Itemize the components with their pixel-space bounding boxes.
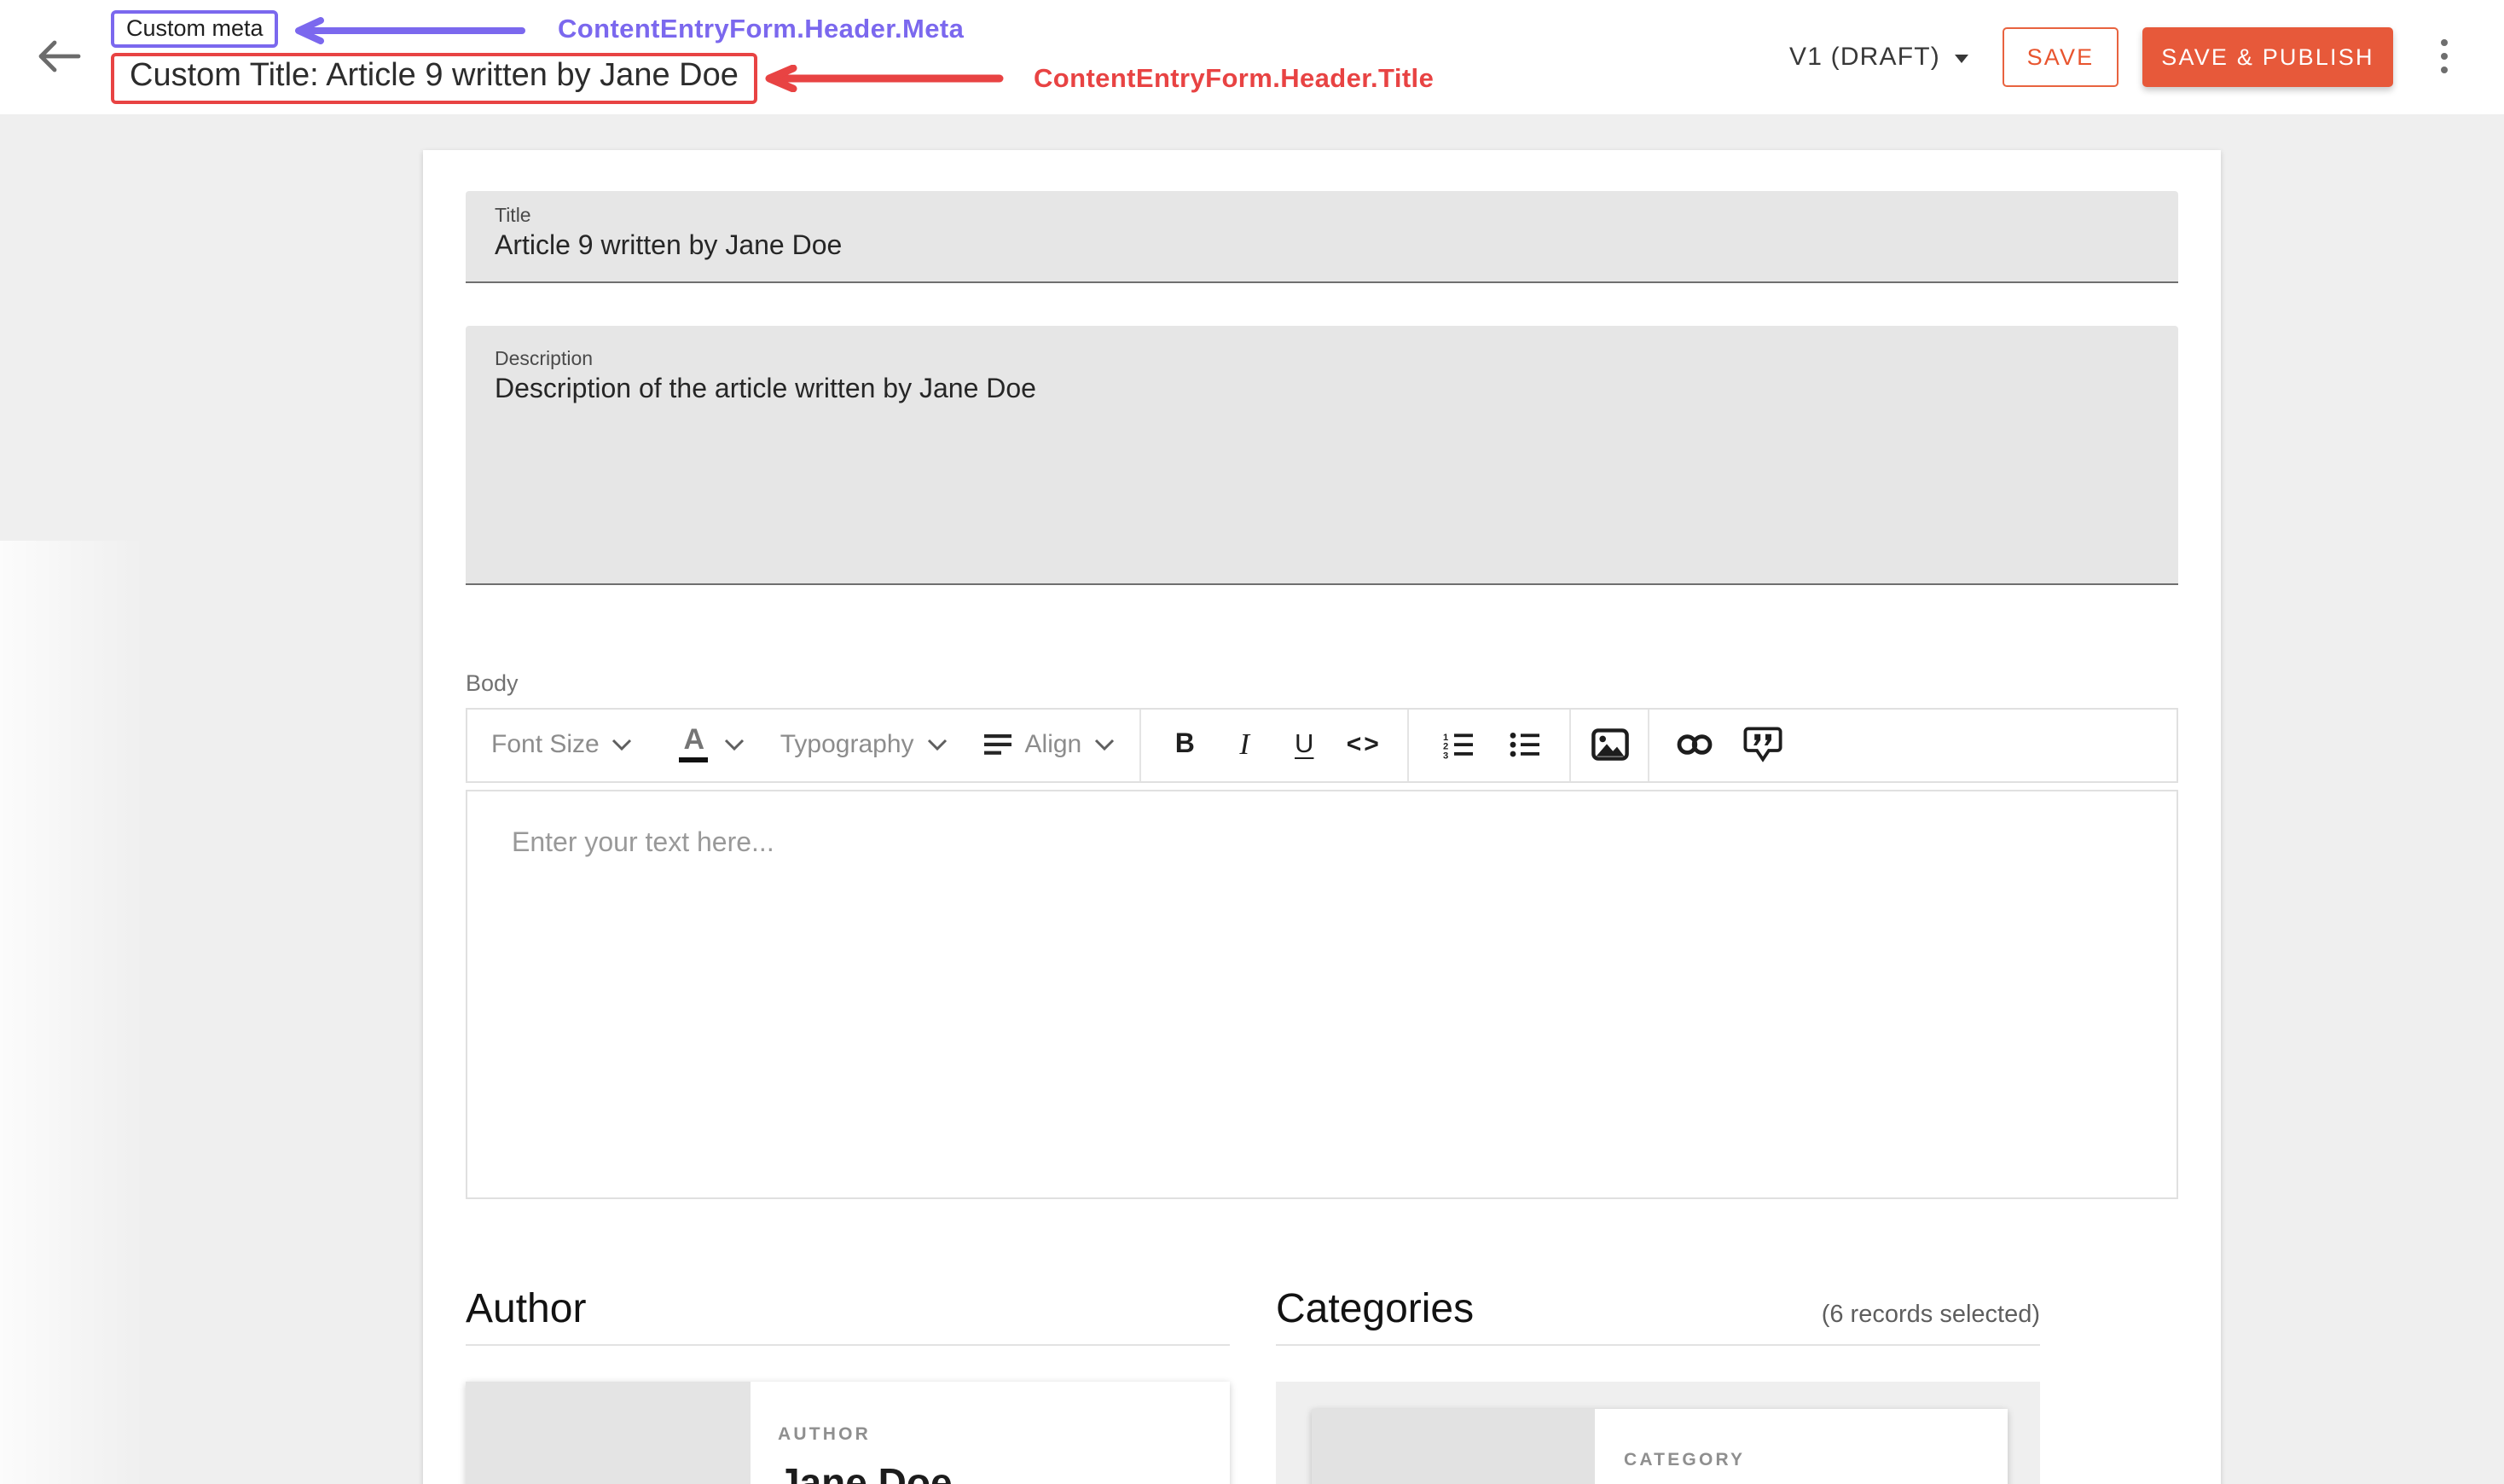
category-image-placeholder [1312,1408,1595,1484]
align-left-icon [984,733,1013,756]
version-selector[interactable]: V1 (DRAFT) [1789,0,1968,113]
author-card-label: AUTHOR [778,1423,953,1444]
entry-meta-badge: Custom meta [111,10,279,48]
typography-dropdown[interactable]: Typography [780,730,948,759]
categories-section: Categories (6 records selected) CATEGORY… [1276,1285,2040,1484]
toolbar-separator [1569,709,1571,780]
chevron-down-icon [1954,54,1968,62]
rich-text-toolbar: Font Size A Typography [466,707,2178,782]
author-card[interactable]: AUTHOR Jane Doe [466,1381,1230,1484]
toolbar-separator [1139,709,1141,780]
version-selector-label: V1 (DRAFT) [1789,42,1940,71]
categories-heading: Categories [1276,1285,1474,1333]
font-color-dropdown[interactable]: A [680,727,746,762]
content-area: Title Article 9 written by Jane Doe Desc… [0,113,2504,1484]
content-entry-card: Title Article 9 written by Jane Doe Desc… [423,150,2221,1484]
insert-image-button[interactable] [1579,728,1639,761]
chevron-down-icon [612,738,634,751]
app-header: Custom meta Custom Title: Article 9 writ… [0,0,2504,113]
arrow-left-icon [34,36,82,77]
toolbar-separator [1407,709,1409,780]
author-section-header: Author [466,1285,1230,1345]
description-field-value: Description of the article written by Ja… [495,375,2149,406]
description-field[interactable]: Description Description of the article w… [466,326,2178,584]
quote-icon [1743,727,1782,762]
rich-text-editor[interactable]: Enter your text here... [466,789,2178,1198]
unordered-list-icon [1509,731,1539,758]
back-button[interactable] [34,36,82,77]
insert-link-button[interactable] [1665,733,1724,756]
kebab-dot [2441,67,2449,74]
color-swatch [680,756,709,762]
annotation-label-title: ContentEntryForm.Header.Title [1034,64,1434,95]
body-field-label: Body [466,670,2178,695]
categories-panel: CATEGORY Transportation [1276,1381,2040,1484]
link-icon [1677,733,1713,756]
editor-placeholder: Enter your text here... [512,828,2132,859]
category-card[interactable]: CATEGORY Transportation [1312,1408,2008,1484]
title-field-value: Article 9 written by Jane Doe [495,232,2149,263]
annotation-label-meta: ContentEntryForm.Header.Meta [558,15,964,46]
author-card-name: Jane Doe [778,1459,953,1484]
underline-button[interactable]: U [1274,729,1334,760]
svg-text:3: 3 [1442,750,1447,758]
left-edge-glow [0,540,145,1484]
font-size-dropdown[interactable]: Font Size [491,730,634,759]
entry-meta-text: Custom meta [126,15,264,41]
author-image-placeholder [466,1381,751,1484]
description-field-label: Description [495,350,2149,370]
ordered-list-icon: 1 2 3 [1442,731,1473,758]
category-card-label: CATEGORY [1624,1449,1898,1470]
annotation-arrow-meta [290,17,529,44]
save-button[interactable]: SAVE [2003,26,2119,86]
more-options-button[interactable] [2429,0,2460,113]
app-root: Custom meta Custom Title: Article 9 writ… [0,0,2504,1484]
kebab-dot [2441,53,2449,61]
entry-title: Custom Title: Article 9 written by Jane … [111,53,757,104]
kebab-dot [2441,39,2449,47]
author-section: Author AUTHOR Jane Doe [466,1285,1230,1484]
font-color-icon: A [680,727,709,762]
code-button[interactable]: <> [1334,730,1394,759]
toolbar-separator [1648,709,1649,780]
unordered-list-button[interactable] [1494,731,1554,758]
entry-title-text: Custom Title: Article 9 written by Jane … [130,58,739,94]
records-selected-badge: (6 records selected) [1822,1301,2040,1333]
chevron-down-icon [1093,738,1116,751]
save-publish-button[interactable]: SAVE & PUBLISH [2142,26,2393,86]
bold-button[interactable]: B [1155,729,1214,760]
reference-sections: Author AUTHOR Jane Doe [466,1285,2178,1484]
annotation-arrow-title [761,65,1006,92]
italic-button[interactable]: I [1214,727,1274,762]
image-icon [1591,728,1628,761]
align-dropdown[interactable]: Align [984,730,1116,759]
categories-section-header: Categories (6 records selected) [1276,1285,2040,1345]
chevron-down-icon [724,738,746,751]
author-heading: Author [466,1285,586,1333]
title-field[interactable]: Title Article 9 written by Jane Doe [466,191,2178,283]
title-field-label: Title [495,206,2149,227]
chevron-down-icon [926,738,948,751]
ordered-list-button[interactable]: 1 2 3 [1428,731,1487,758]
blockquote-button[interactable] [1733,727,1793,762]
